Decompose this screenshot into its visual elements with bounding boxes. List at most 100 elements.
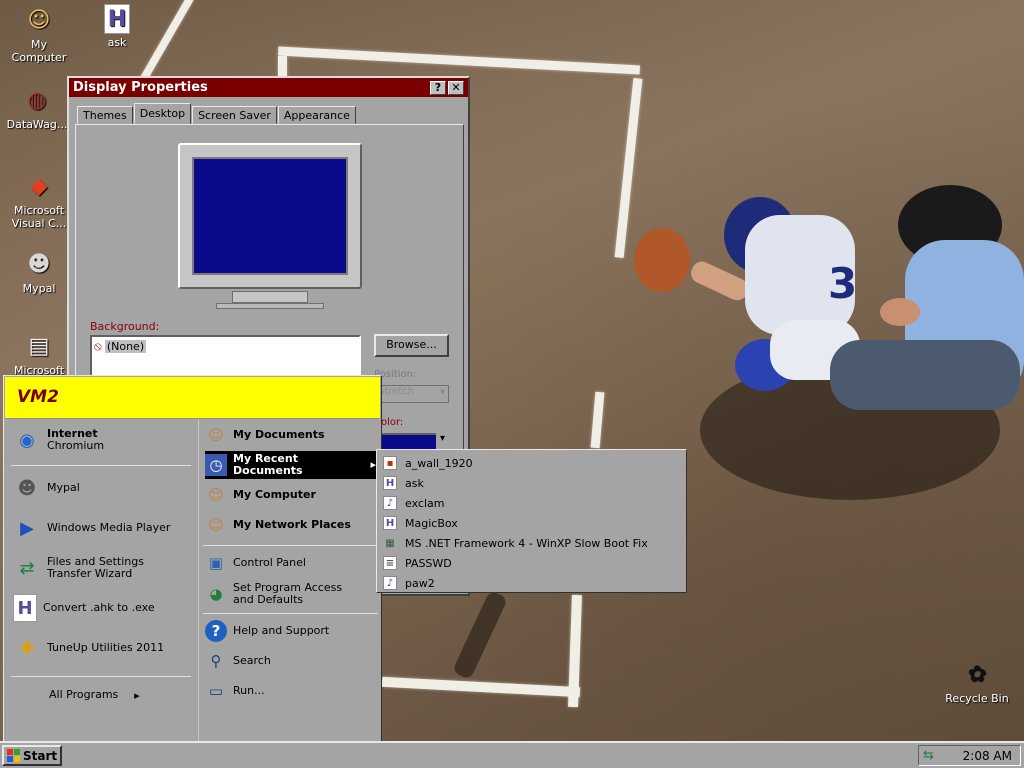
recent-doc-name: ask	[405, 476, 424, 490]
menu-item-internet[interactable]: ◉ Internet Chromium	[13, 426, 104, 454]
menu-item-mypal[interactable]: ☻ Mypal	[13, 474, 80, 502]
recycle-bin-icon: ✿	[967, 661, 987, 687]
desktop-icon-label: Recycle Bin	[945, 692, 1009, 705]
chevron-down-icon: ▾	[439, 387, 445, 398]
help-button[interactable]: ?	[430, 80, 446, 95]
menu-item-my-computer[interactable]: ☺ My Computer	[205, 484, 316, 506]
position-dropdown[interactable]: Stretch ▾	[374, 385, 449, 403]
desktop-icon-datawag[interactable]: ◍ DataWag...	[0, 84, 75, 131]
tab-themes[interactable]: Themes	[77, 106, 133, 124]
image-file-icon: ▪	[383, 456, 397, 470]
menu-item-title: My Recent Documents	[233, 452, 303, 477]
menu-item-title: Files and Settings Transfer Wizard	[47, 555, 144, 580]
mypal-icon: ☻	[27, 251, 51, 277]
menu-item-title: Set Program Access and Defaults	[233, 581, 343, 606]
text-file-icon: ≡	[383, 556, 397, 570]
monitor-stand	[232, 291, 308, 303]
menu-item-my-documents[interactable]: ☺ My Documents	[205, 424, 377, 446]
start-label: Start	[23, 748, 58, 763]
desktop-icon-visual-c[interactable]: ◆ Microsoft Visual C...	[1, 170, 77, 230]
window-titlebar[interactable]: Display Properties ? ✕	[69, 78, 468, 97]
media-player-icon: ▶	[20, 517, 34, 539]
transfer-wizard-icon: ⇄	[19, 557, 35, 579]
desktop-icon-my-computer[interactable]: ☺ My Computer	[1, 4, 77, 64]
tray-clock[interactable]: 2:08 AM	[963, 749, 1012, 763]
tray-network-icon[interactable]: ⇆	[923, 748, 934, 763]
sound-file-icon: ♪	[383, 576, 397, 590]
tab-desktop[interactable]: Desktop	[133, 103, 192, 124]
my-documents-icon: ☺	[208, 426, 224, 444]
desktop-icon-mypal[interactable]: ☻ Mypal	[1, 248, 77, 295]
menu-item-title: My Computer	[233, 488, 316, 501]
menu-item-network-places[interactable]: ☺ My Network Places	[205, 514, 351, 536]
monitor-preview	[178, 143, 362, 289]
recent-documents-icon: ◷	[205, 454, 227, 476]
background-label: Background:	[90, 320, 160, 333]
start-menu-user-header: VM2	[5, 377, 380, 419]
desktop-icon-microsoft[interactable]: ▤ Microsoft	[1, 330, 77, 377]
desktop-icon-ask[interactable]: H ask	[79, 4, 155, 49]
menu-item-convert-ahk[interactable]: H Convert .ahk to .exe	[13, 594, 155, 622]
close-button[interactable]: ✕	[448, 80, 464, 95]
menu-item-media-player[interactable]: ▶ Windows Media Player	[13, 514, 170, 542]
menu-item-title: Windows Media Player	[47, 521, 171, 534]
monitor-base	[216, 303, 324, 309]
start-button[interactable]: Start	[2, 745, 62, 766]
recent-documents-flyout: ▪ a_wall_1920 H ask ♪ exclam H MagicBox …	[376, 449, 687, 593]
recent-doc-name: a_wall_1920	[405, 456, 473, 470]
menu-item-transfer-wizard[interactable]: ⇄ Files and Settings Transfer Wizard	[13, 554, 144, 582]
menu-item-recent-documents[interactable]: ◷ My Recent Documents ▸	[205, 451, 380, 479]
menu-item-control-panel[interactable]: ▣ Control Panel	[205, 552, 306, 574]
sound-file-icon: ♪	[383, 496, 397, 510]
visual-studio-icon: ◆	[30, 173, 48, 199]
menu-item-tuneup[interactable]: ✚ TuneUp Utilities 2011	[13, 634, 164, 662]
my-computer-icon: ☺	[27, 7, 51, 33]
menu-item-search[interactable]: ⚲ Search	[205, 650, 271, 672]
recent-doc-name: exclam	[405, 496, 445, 510]
program-defaults-icon: ◕	[209, 585, 223, 603]
recent-doc-item[interactable]: ▦ MS .NET Framework 4 - WinXP Slow Boot …	[377, 533, 686, 553]
recent-doc-item[interactable]: ▪ a_wall_1920	[377, 453, 686, 473]
ahk-convert-icon: H	[13, 594, 37, 622]
all-programs-button[interactable]: All Programs ▸	[49, 685, 140, 705]
registry-file-icon: ▦	[385, 537, 395, 549]
menu-separator	[11, 676, 191, 677]
menu-item-title: Run...	[233, 684, 265, 697]
run-icon: ▭	[208, 682, 224, 700]
recent-doc-item[interactable]: H ask	[377, 473, 686, 493]
ahk-file-icon: H	[383, 516, 397, 530]
menu-separator	[203, 613, 378, 614]
monitor-preview-screen	[192, 157, 348, 275]
desktop-icon-recycle-bin[interactable]: ✿ Recycle Bin	[937, 658, 1017, 705]
recent-doc-item[interactable]: H MagicBox	[377, 513, 686, 533]
tab-appearance[interactable]: Appearance	[277, 106, 356, 124]
tab-screen-saver[interactable]: Screen Saver	[192, 106, 277, 124]
start-menu: VM2 ◉ Internet Chromium ☻ Mypal ▶ Windows…	[3, 375, 382, 743]
background-item-label: (None)	[104, 340, 147, 353]
chromium-icon: ◉	[19, 429, 35, 451]
recent-doc-item[interactable]: ≡ PASSWD	[377, 553, 686, 573]
ahk-file-icon: H	[383, 476, 397, 490]
system-tray: ⇆ 2:08 AM	[918, 745, 1021, 766]
user-name: VM2	[17, 387, 59, 407]
recent-doc-name: PASSWD	[405, 556, 452, 570]
my-computer-icon: ☺	[208, 486, 224, 504]
menu-item-help[interactable]: ? Help and Support	[205, 620, 329, 642]
search-icon: ⚲	[210, 652, 222, 670]
background-list-item[interactable]: ⦸ (None)	[94, 339, 147, 354]
tuneup-icon: ✚	[19, 637, 35, 659]
taskbar: Start ⇆ 2:08 AM	[0, 741, 1024, 768]
start-menu-places-list: ☺ My Documents ◷ My Recent Documents ▸ ☺…	[198, 420, 381, 742]
datawag-icon: ◍	[27, 87, 47, 113]
recent-doc-name: MS .NET Framework 4 - WinXP Slow Boot Fi…	[405, 536, 648, 550]
menu-item-run[interactable]: ▭ Run...	[205, 680, 265, 702]
menu-item-program-defaults[interactable]: ◕ Set Program Access and Defaults	[205, 582, 342, 606]
recent-doc-item[interactable]: ♪ paw2	[377, 573, 686, 593]
browse-button[interactable]: Browse...	[374, 334, 449, 357]
microsoft-icon: ▤	[28, 333, 50, 359]
none-icon: ⦸	[94, 339, 102, 353]
menu-item-title: Help and Support	[233, 624, 330, 637]
menu-item-title: Control Panel	[233, 556, 306, 569]
recent-doc-item[interactable]: ♪ exclam	[377, 493, 686, 513]
arrow-right-icon: ▸	[134, 688, 140, 702]
